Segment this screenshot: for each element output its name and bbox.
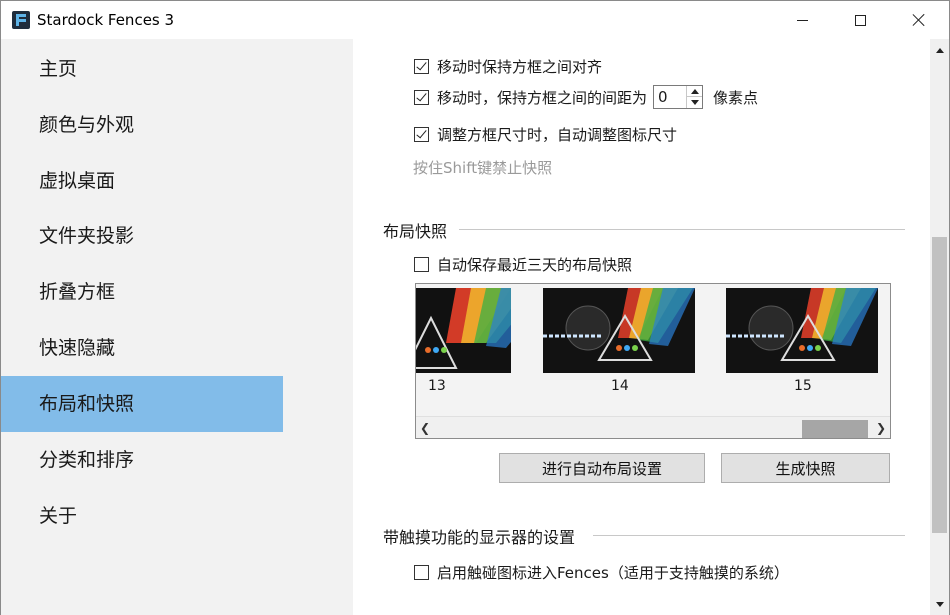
touch-option[interactable]: 启用触碰图标进入Fences（适用于支持触摸的系统）: [414, 562, 789, 583]
sidebar-item-about[interactable]: 关于: [1, 488, 283, 544]
scrollbar-thumb[interactable]: [802, 420, 868, 438]
chevron-up-icon: [935, 47, 944, 53]
scroll-left-button[interactable]: ❮: [416, 417, 434, 438]
spacing-unit: 像素点: [713, 88, 759, 107]
resize-label: 调整方框尺寸时，自动调整图标尺寸: [437, 126, 678, 144]
sidebar: 主页 颜色与外观 虚拟桌面 文件夹投影 折叠方框 快速隐藏 布局和快照 分类和排…: [1, 39, 353, 615]
sidebar-item-virtual-desktop[interactable]: 虚拟桌面: [1, 153, 283, 209]
spacing-checkbox[interactable]: [414, 89, 429, 105]
section-divider: [459, 229, 905, 230]
snapshot-label: 13: [428, 378, 446, 394]
align-option[interactable]: 移动时保持方框之间对齐: [414, 56, 602, 77]
close-button[interactable]: [890, 1, 948, 39]
touch-checkbox[interactable]: [414, 565, 429, 580]
sidebar-item-appearance[interactable]: 颜色与外观: [1, 97, 283, 153]
auto-layout-button[interactable]: 进行自动布局设置: [499, 453, 705, 483]
scroll-down-button[interactable]: [930, 593, 949, 615]
prism-wallpaper-image: [416, 288, 511, 373]
scroll-right-button[interactable]: ❯: [872, 417, 890, 438]
sidebar-item-quick-hide[interactable]: 快速隐藏: [1, 320, 283, 376]
chevron-left-icon: ❮: [419, 421, 431, 435]
snapshot-thumbnail[interactable]: [416, 288, 511, 373]
settings-content: 移动时保持方框之间对齐 移动时，保持方框之间的间距为 0 像素点 调整方框尺寸时…: [353, 39, 930, 615]
sidebar-item-rollup[interactable]: 折叠方框: [1, 264, 283, 320]
vertical-scrollbar[interactable]: [930, 39, 949, 615]
chevron-down-icon: [935, 601, 944, 607]
prism-wallpaper-image: [726, 288, 878, 373]
align-label: 移动时保持方框之间对齐: [437, 58, 603, 76]
section-divider: [593, 535, 905, 536]
spacing-stepper[interactable]: 0: [653, 85, 704, 109]
close-icon: [912, 13, 926, 27]
snapshot-thumbnail[interactable]: [726, 288, 878, 373]
sidebar-item-layout-snapshots[interactable]: 布局和快照: [1, 376, 283, 432]
snapshot-thumbnail[interactable]: [543, 288, 695, 373]
stepper-up-button[interactable]: [687, 86, 703, 97]
shift-hint: 按住Shift键禁止快照: [413, 159, 553, 177]
minimize-button[interactable]: [773, 1, 831, 39]
spacing-value[interactable]: 0: [658, 88, 668, 106]
fences-app-icon: [12, 11, 30, 29]
touch-settings-title: 带触摸功能的显示器的设置: [383, 528, 576, 547]
autosave-checkbox[interactable]: [414, 257, 429, 272]
resize-option[interactable]: 调整方框尺寸时，自动调整图标尺寸: [414, 124, 677, 145]
scrollbar-thumb[interactable]: [932, 237, 947, 533]
maximize-icon: [854, 14, 866, 26]
scroll-up-button[interactable]: [930, 39, 949, 61]
autosave-option[interactable]: 自动保存最近三天的布局快照: [414, 254, 632, 275]
stepper-down-button[interactable]: [687, 97, 702, 108]
prism-wallpaper-image: [543, 288, 695, 373]
resize-checkbox[interactable]: [414, 127, 429, 142]
spacing-option: 移动时，保持方框之间的间距为 0 像素点: [414, 85, 758, 109]
create-snapshot-button[interactable]: 生成快照: [721, 453, 890, 483]
chevron-down-icon: [690, 100, 699, 105]
autosave-label: 自动保存最近三天的布局快照: [437, 256, 633, 274]
align-checkbox[interactable]: [414, 59, 429, 74]
snapshot-label: 14: [611, 378, 629, 394]
window-title: Stardock Fences 3: [37, 11, 175, 29]
sidebar-item-sort[interactable]: 分类和排序: [1, 432, 283, 488]
sidebar-item-folder-portals[interactable]: 文件夹投影: [1, 208, 283, 264]
minimize-icon: [796, 19, 808, 21]
title-bar: Stardock Fences 3: [1, 1, 949, 39]
snapshot-gallery: 13 14 15 ❮ ❯: [415, 283, 891, 439]
snapshot-label: 15: [794, 378, 812, 394]
chevron-right-icon: ❯: [875, 421, 887, 435]
spacing-label: 移动时，保持方框之间的间距为: [437, 88, 648, 107]
chevron-up-icon: [690, 88, 699, 94]
app-window: Stardock Fences 3 主页 颜色与外观 虚拟桌面 文件夹投影 折叠…: [0, 0, 950, 615]
maximize-button[interactable]: [831, 1, 889, 39]
gallery-horizontal-scrollbar[interactable]: ❮ ❯: [416, 416, 890, 438]
touch-label: 启用触碰图标进入Fences（适用于支持触摸的系统）: [437, 564, 789, 582]
layout-snapshots-title: 布局快照: [383, 222, 448, 241]
sidebar-item-home[interactable]: 主页: [1, 41, 283, 97]
